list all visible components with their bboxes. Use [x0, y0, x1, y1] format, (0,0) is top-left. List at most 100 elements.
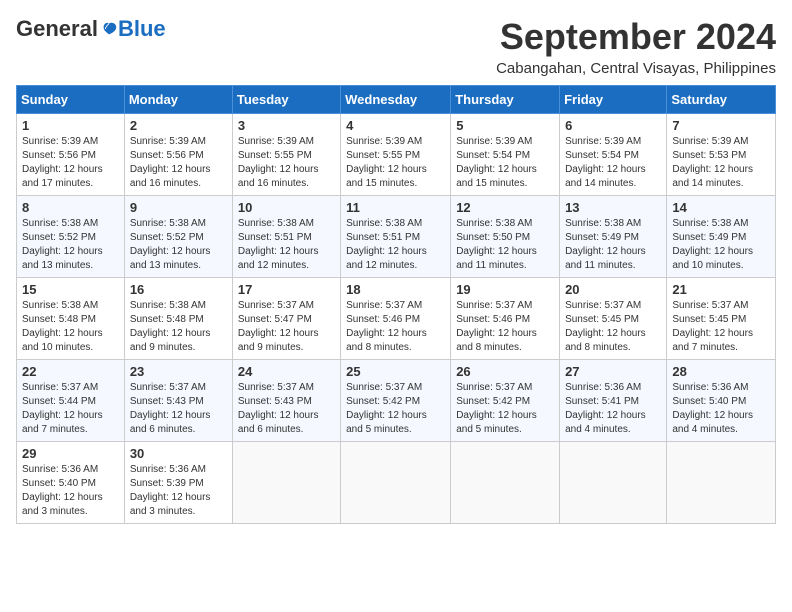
logo-general: General	[16, 16, 98, 42]
col-tuesday: Tuesday	[232, 86, 340, 114]
day-info: Sunrise: 5:37 AM Sunset: 5:42 PM Dayligh…	[456, 381, 554, 437]
day-info: Sunrise: 5:36 AM Sunset: 5:40 PM Dayligh…	[22, 463, 119, 519]
col-sunday: Sunday	[17, 86, 125, 114]
day-number: 7	[672, 118, 770, 133]
table-row: 10Sunrise: 5:38 AM Sunset: 5:51 PM Dayli…	[232, 196, 340, 278]
day-number: 13	[565, 200, 661, 215]
day-number: 9	[130, 200, 227, 215]
day-info: Sunrise: 5:37 AM Sunset: 5:45 PM Dayligh…	[672, 299, 770, 355]
calendar-week-row: 8 Sunrise: 5:38 AM Sunset: 5:52 PM Daylig…	[17, 196, 776, 278]
table-row: 5Sunrise: 5:39 AM Sunset: 5:54 PM Daylig…	[451, 114, 560, 196]
table-row: 11 Sunrise: 5:38 AM Sunset: 5:51 PM Dayli…	[341, 196, 451, 278]
table-row: 12Sunrise: 5:38 AM Sunset: 5:50 PM Dayli…	[451, 196, 560, 278]
table-row: 20 Sunrise: 5:37 AM Sunset: 5:45 PM Dayli…	[560, 278, 667, 360]
table-row: 7 Sunrise: 5:39 AM Sunset: 5:53 PM Daylig…	[667, 114, 776, 196]
col-monday: Monday	[124, 86, 232, 114]
day-number: 11	[346, 200, 445, 215]
day-number: 16	[130, 282, 227, 297]
table-row: 4 Sunrise: 5:39 AM Sunset: 5:55 PM Daylig…	[341, 114, 451, 196]
table-row: 9Sunrise: 5:38 AM Sunset: 5:52 PM Daylig…	[124, 196, 232, 278]
day-number: 6	[565, 118, 661, 133]
col-saturday: Saturday	[667, 86, 776, 114]
calendar-week-row: 29 Sunrise: 5:36 AM Sunset: 5:40 PM Dayli…	[17, 442, 776, 524]
table-row: 19Sunrise: 5:37 AM Sunset: 5:46 PM Dayli…	[451, 278, 560, 360]
col-thursday: Thursday	[451, 86, 560, 114]
col-friday: Friday	[560, 86, 667, 114]
table-row: 29 Sunrise: 5:36 AM Sunset: 5:40 PM Dayli…	[17, 442, 125, 524]
calendar-table: Sunday Monday Tuesday Wednesday Thursday…	[16, 85, 776, 524]
logo-bird-icon	[100, 20, 118, 38]
table-row	[560, 442, 667, 524]
table-row: 17 Sunrise: 5:37 AM Sunset: 5:47 PM Dayli…	[232, 278, 340, 360]
day-number: 29	[22, 446, 119, 461]
table-row: 1 Sunrise: 5:39 AM Sunset: 5:56 PM Daylig…	[17, 114, 125, 196]
logo: General Blue	[16, 16, 166, 42]
calendar-week-row: 1 Sunrise: 5:39 AM Sunset: 5:56 PM Daylig…	[17, 114, 776, 196]
table-row	[451, 442, 560, 524]
table-row: 27 Sunrise: 5:36 AM Sunset: 5:41 PM Dayli…	[560, 360, 667, 442]
table-row: 16Sunrise: 5:38 AM Sunset: 5:48 PM Dayli…	[124, 278, 232, 360]
day-number: 27	[565, 364, 661, 379]
day-info: Sunrise: 5:38 AM Sunset: 5:51 PM Dayligh…	[238, 217, 335, 273]
table-row	[667, 442, 776, 524]
day-info: Sunrise: 5:38 AM Sunset: 5:49 PM Dayligh…	[672, 217, 770, 273]
day-number: 28	[672, 364, 770, 379]
calendar-header-row: Sunday Monday Tuesday Wednesday Thursday…	[17, 86, 776, 114]
day-info: Sunrise: 5:39 AM Sunset: 5:53 PM Dayligh…	[672, 135, 770, 191]
day-number: 2	[130, 118, 227, 133]
day-info: Sunrise: 5:37 AM Sunset: 5:43 PM Dayligh…	[130, 381, 227, 437]
table-row: 3 Sunrise: 5:39 AM Sunset: 5:55 PM Daylig…	[232, 114, 340, 196]
day-info: Sunrise: 5:38 AM Sunset: 5:51 PM Dayligh…	[346, 217, 445, 273]
day-number: 3	[238, 118, 335, 133]
day-info: Sunrise: 5:37 AM Sunset: 5:47 PM Dayligh…	[238, 299, 335, 355]
table-row: 25 Sunrise: 5:37 AM Sunset: 5:42 PM Dayli…	[341, 360, 451, 442]
day-number: 8	[22, 200, 119, 215]
day-info: Sunrise: 5:38 AM Sunset: 5:52 PM Dayligh…	[22, 217, 119, 273]
day-info: Sunrise: 5:36 AM Sunset: 5:40 PM Dayligh…	[672, 381, 770, 437]
day-number: 22	[22, 364, 119, 379]
page-header: General Blue September 2024 Cabangahan, …	[16, 16, 776, 77]
table-row: 30Sunrise: 5:36 AM Sunset: 5:39 PM Dayli…	[124, 442, 232, 524]
table-row: 8 Sunrise: 5:38 AM Sunset: 5:52 PM Daylig…	[17, 196, 125, 278]
table-row: 28 Sunrise: 5:36 AM Sunset: 5:40 PM Dayli…	[667, 360, 776, 442]
table-row: 14 Sunrise: 5:38 AM Sunset: 5:49 PM Dayli…	[667, 196, 776, 278]
day-number: 20	[565, 282, 661, 297]
day-number: 17	[238, 282, 335, 297]
calendar-week-row: 15Sunrise: 5:38 AM Sunset: 5:48 PM Dayli…	[17, 278, 776, 360]
day-info: Sunrise: 5:37 AM Sunset: 5:42 PM Dayligh…	[346, 381, 445, 437]
table-row: 15Sunrise: 5:38 AM Sunset: 5:48 PM Dayli…	[17, 278, 125, 360]
table-row: 18 Sunrise: 5:37 AM Sunset: 5:46 PM Dayli…	[341, 278, 451, 360]
location-title: Cabangahan, Central Visayas, Philippines	[496, 60, 776, 77]
table-row: 26 Sunrise: 5:37 AM Sunset: 5:42 PM Dayli…	[451, 360, 560, 442]
table-row: 22 Sunrise: 5:37 AM Sunset: 5:44 PM Dayli…	[17, 360, 125, 442]
calendar-week-row: 22 Sunrise: 5:37 AM Sunset: 5:44 PM Dayli…	[17, 360, 776, 442]
day-number: 26	[456, 364, 554, 379]
day-info: Sunrise: 5:39 AM Sunset: 5:56 PM Dayligh…	[22, 135, 119, 191]
table-row	[232, 442, 340, 524]
day-number: 12	[456, 200, 554, 215]
day-info: Sunrise: 5:36 AM Sunset: 5:39 PM Dayligh…	[130, 463, 227, 519]
day-number: 19	[456, 282, 554, 297]
day-number: 23	[130, 364, 227, 379]
col-wednesday: Wednesday	[341, 86, 451, 114]
month-title: September 2024	[496, 16, 776, 58]
table-row: 13Sunrise: 5:38 AM Sunset: 5:49 PM Dayli…	[560, 196, 667, 278]
day-number: 14	[672, 200, 770, 215]
day-info: Sunrise: 5:37 AM Sunset: 5:46 PM Dayligh…	[346, 299, 445, 355]
logo-blue: Blue	[118, 16, 166, 42]
day-number: 18	[346, 282, 445, 297]
table-row: 21Sunrise: 5:37 AM Sunset: 5:45 PM Dayli…	[667, 278, 776, 360]
day-info: Sunrise: 5:36 AM Sunset: 5:41 PM Dayligh…	[565, 381, 661, 437]
day-info: Sunrise: 5:39 AM Sunset: 5:56 PM Dayligh…	[130, 135, 227, 191]
day-number: 4	[346, 118, 445, 133]
table-row: 24Sunrise: 5:37 AM Sunset: 5:43 PM Dayli…	[232, 360, 340, 442]
day-number: 5	[456, 118, 554, 133]
table-row: 23 Sunrise: 5:37 AM Sunset: 5:43 PM Dayli…	[124, 360, 232, 442]
day-info: Sunrise: 5:37 AM Sunset: 5:44 PM Dayligh…	[22, 381, 119, 437]
day-info: Sunrise: 5:37 AM Sunset: 5:45 PM Dayligh…	[565, 299, 661, 355]
day-number: 25	[346, 364, 445, 379]
day-number: 1	[22, 118, 119, 133]
table-row: 6Sunrise: 5:39 AM Sunset: 5:54 PM Daylig…	[560, 114, 667, 196]
day-info: Sunrise: 5:39 AM Sunset: 5:55 PM Dayligh…	[346, 135, 445, 191]
day-info: Sunrise: 5:39 AM Sunset: 5:55 PM Dayligh…	[238, 135, 335, 191]
